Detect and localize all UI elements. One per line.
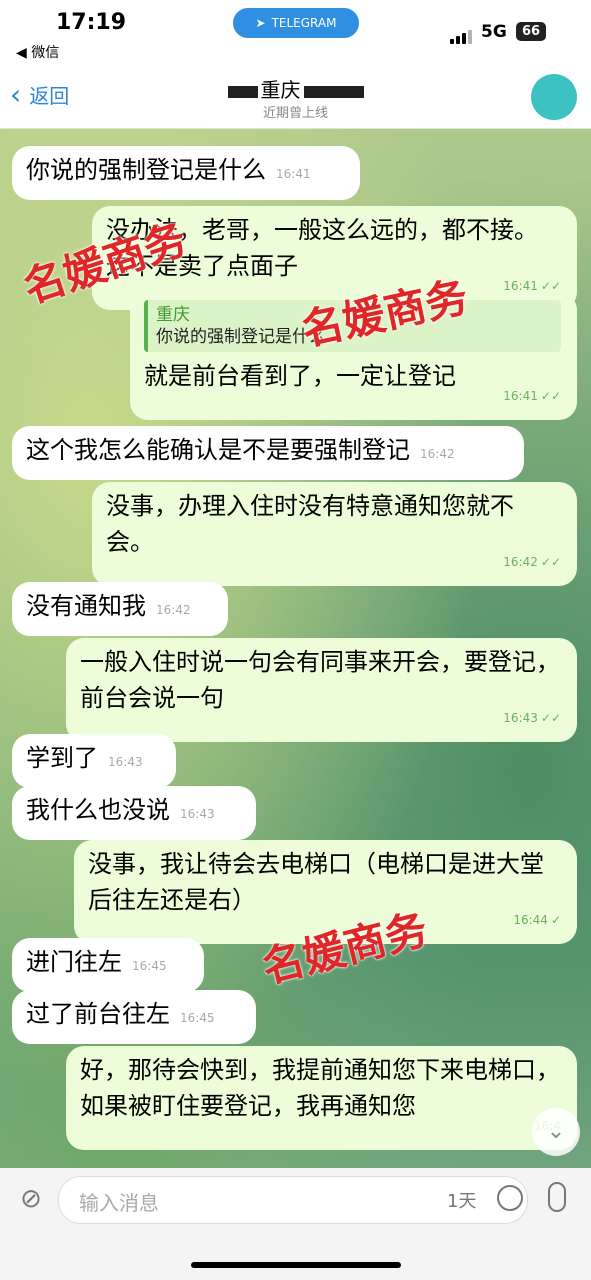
status-time: 17:19	[56, 10, 127, 35]
message-input-placeholder: 输入消息	[79, 1191, 159, 1215]
chat-header: ‹ 返回 重庆 近期曾上线	[0, 66, 591, 129]
message-bubble[interactable]: 过了前台往左 16:45	[12, 990, 256, 1044]
message-text: 这个我怎么能确认是不是要强制登记	[26, 436, 410, 464]
redaction-mark	[303, 85, 364, 98]
status-bar: 17:19 ◀ 微信 ➤ TELEGRAM 5G 66	[0, 0, 591, 66]
chat-last-seen: 近期曾上线	[262, 106, 328, 121]
read-check-icon: ✓	[550, 913, 561, 927]
battery-icon: 66	[516, 22, 546, 41]
sticker-icon[interactable]	[497, 1185, 523, 1211]
message-text: 我什么也没说	[26, 796, 170, 824]
message-text: 就是前台看到了，一定让登记	[144, 362, 456, 390]
message-text: 过了前台往左	[26, 1000, 170, 1028]
message-time: 16:41	[276, 167, 311, 181]
read-check-icon: ✓✓	[540, 711, 561, 725]
paperclip-icon[interactable]: ⊘	[14, 1182, 48, 1216]
microphone-icon[interactable]	[548, 1182, 566, 1212]
message-time: 16:44 ✓	[513, 913, 561, 927]
timer-label[interactable]: 1天	[447, 1187, 476, 1213]
message-time: 16:42 ✓✓	[503, 555, 561, 569]
avatar[interactable]	[531, 74, 577, 120]
message-time: 16:42	[156, 603, 191, 617]
back-to-app-link[interactable]: ◀ 微信	[16, 42, 59, 62]
telegram-plane-icon: ➤	[255, 16, 266, 30]
chat-title-text: 重庆	[260, 78, 301, 102]
telegram-pill[interactable]: ➤ TELEGRAM	[233, 8, 359, 38]
message-text: 没有通知我	[26, 592, 146, 620]
read-check-icon: ✓✓	[540, 279, 561, 293]
message-text: 好，那待会快到，我提前通知您下来电梯口，如果被盯住要登记，我再通知您	[80, 1056, 560, 1120]
message-bubble[interactable]: 你说的强制登记是什么 16:41	[12, 146, 360, 200]
signal-icon	[450, 30, 472, 44]
read-check-icon: ✓✓	[540, 555, 561, 569]
message-input[interactable]: 输入消息 1天	[58, 1176, 528, 1224]
message-time: 16:45	[132, 959, 167, 973]
message-text: 进门往左	[26, 948, 122, 976]
chevron-down-icon: ⌄	[546, 1119, 566, 1144]
network-type: 5G	[481, 22, 507, 42]
message-text: 一般入住时说一句会有同事来开会，要登记，前台会说一句	[80, 648, 560, 712]
message-time: 16:42	[420, 447, 455, 461]
telegram-pill-label: TELEGRAM	[271, 16, 337, 30]
message-bubble[interactable]: 进门往左 16:45	[12, 938, 204, 992]
read-check-icon: ✓✓	[540, 389, 561, 403]
chat-title[interactable]: 重庆	[0, 74, 591, 103]
message-text: 学到了	[26, 744, 98, 772]
message-time: 16:43	[108, 755, 143, 769]
message-text: 你说的强制登记是什么	[26, 156, 266, 184]
message-text: 没事，我让待会去电梯口（电梯口是进大堂后往左还是右）	[88, 850, 544, 914]
message-time: 16:41 ✓✓	[503, 389, 561, 403]
redaction-mark	[227, 85, 258, 98]
message-bubble[interactable]: 好，那待会快到，我提前通知您下来电梯口，如果被盯住要登记，我再通知您 16:4	[66, 1046, 577, 1150]
message-bubble[interactable]: 一般入住时说一句会有同事来开会，要登记，前台会说一句 16:43 ✓✓	[66, 638, 577, 742]
message-bubble[interactable]: 没事，办理入住时没有特意通知您就不会。 16:42 ✓✓	[92, 482, 577, 586]
message-bubble[interactable]: 我什么也没说 16:43	[12, 786, 256, 840]
message-time: 16:43 ✓✓	[503, 711, 561, 725]
message-time: 16:45	[180, 1011, 215, 1025]
message-text: 没事，办理入住时没有特意通知您就不会。	[106, 492, 514, 556]
message-bubble[interactable]: 没有通知我 16:42	[12, 582, 228, 636]
message-time: 16:43	[180, 807, 215, 821]
message-bubble[interactable]: 这个我怎么能确认是不是要强制登记 16:42	[12, 426, 524, 480]
scroll-down-button[interactable]: ⌄	[532, 1108, 580, 1156]
home-indicator	[191, 1262, 401, 1268]
message-bubble[interactable]: 学到了 16:43	[12, 734, 176, 788]
